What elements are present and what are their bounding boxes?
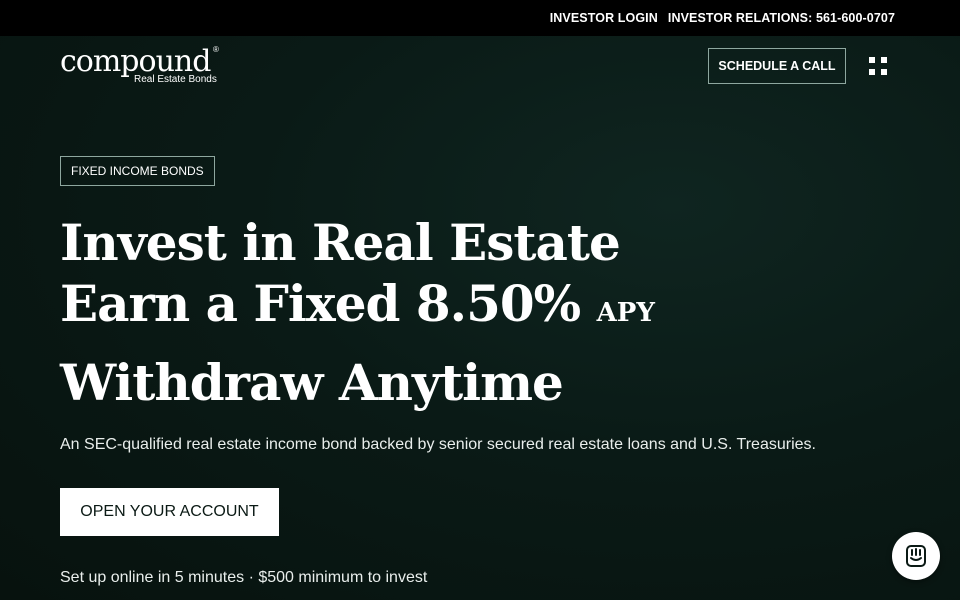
schedule-call-button[interactable]: SCHEDULE A CALL [708, 48, 846, 84]
headline-rate-text: Earn a Fixed 8.50% [60, 274, 581, 333]
investor-login-link[interactable]: INVESTOR LOGIN [550, 11, 658, 25]
headline-line-3: Withdraw Anytime [60, 353, 564, 412]
chat-icon [906, 545, 926, 567]
setup-note: Set up online in 5 minutes · $500 minimu… [60, 569, 428, 586]
grid-menu-icon[interactable] [869, 57, 887, 75]
logo-subtitle: Real Estate Bonds [134, 74, 217, 85]
category-badge: FIXED INCOME BONDS [60, 156, 215, 186]
headline-line-1: Invest in Real Estate [60, 213, 621, 272]
open-account-button[interactable]: OPEN YOUR ACCOUNT [60, 488, 279, 536]
logo[interactable]: compound ® Real Estate Bonds [60, 45, 230, 89]
chat-button[interactable] [892, 532, 940, 580]
hero-description: An SEC-qualified real estate income bond… [60, 436, 816, 453]
headline-apy: APY [596, 298, 655, 328]
logo-registered-mark: ® [213, 45, 219, 54]
investor-relations-link[interactable]: INVESTOR RELATIONS: 561-600-0707 [668, 11, 895, 25]
top-bar: INVESTOR LOGIN INVESTOR RELATIONS: 561-6… [0, 0, 960, 36]
headline-line-2: Earn a Fixed 8.50% APY [60, 273, 680, 344]
hero-headline: Invest in Real Estate Earn a Fixed 8.50%… [60, 212, 680, 413]
